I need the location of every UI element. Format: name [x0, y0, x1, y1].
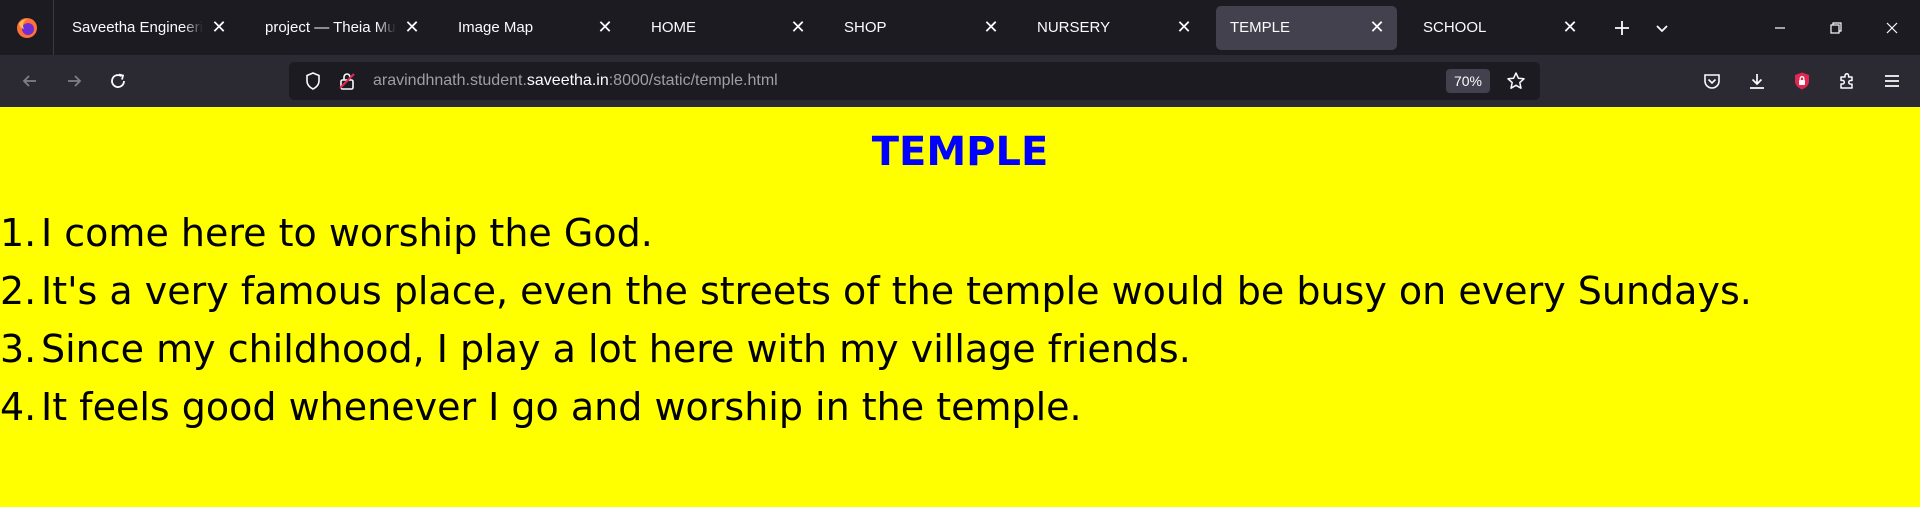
- url-host: saveetha.in: [526, 72, 609, 89]
- tab-label: Saveetha Engineering: [72, 19, 203, 36]
- url-text[interactable]: aravindhnath.student.saveetha.in:8000/st…: [373, 72, 1446, 90]
- puzzle-piece-icon: [1839, 72, 1853, 89]
- chevron-down-icon: [1656, 24, 1668, 32]
- close-icon[interactable]: ✕: [981, 17, 1001, 38]
- firefox-menu-button[interactable]: [0, 0, 54, 55]
- tab-label: SCHOOL: [1423, 19, 1487, 36]
- tab-home[interactable]: HOME ✕: [637, 6, 818, 50]
- url-suffix: :8000/static/temple.html: [608, 72, 778, 89]
- download-icon: [1749, 74, 1764, 89]
- tracking-protection-shield-icon[interactable]: [299, 67, 327, 95]
- new-tab-button[interactable]: [1602, 8, 1642, 48]
- close-icon[interactable]: ✕: [1174, 17, 1194, 38]
- list-all-tabs-button[interactable]: [1642, 8, 1682, 48]
- list-item-text: It's a very famous place, even the stree…: [41, 269, 1752, 313]
- restore-button[interactable]: [1808, 0, 1864, 55]
- temple-list: 1. I come here to worship the God. 2. It…: [0, 204, 1752, 436]
- close-icon: [1886, 22, 1898, 33]
- tab-strip: Saveetha Engineering ✕ project — Theia M…: [54, 0, 1682, 55]
- tab-label: Image Map: [458, 19, 534, 36]
- list-item-number: 2.: [0, 269, 37, 313]
- list-item-text: Since my childhood, I play a lot here wi…: [41, 327, 1191, 371]
- list-item-number: 4.: [0, 385, 37, 429]
- tab-bar: Saveetha Engineering ✕ project — Theia M…: [0, 0, 1920, 55]
- list-item: 1. I come here to worship the God.: [0, 204, 1752, 262]
- app-menu-button[interactable]: [1869, 61, 1914, 101]
- page-title: TEMPLE: [871, 129, 1049, 175]
- reload-button[interactable]: [96, 61, 140, 101]
- list-item-number: 3.: [0, 327, 37, 371]
- tab-label: HOME: [651, 19, 696, 36]
- close-window-button[interactable]: [1864, 0, 1920, 55]
- tab-label: NURSERY: [1037, 19, 1111, 36]
- extension-button[interactable]: [1779, 61, 1824, 101]
- firefox-logo-icon: [16, 17, 37, 38]
- plus-icon: [1615, 20, 1629, 35]
- pocket-button[interactable]: [1689, 61, 1734, 101]
- pocket-icon: [1703, 74, 1720, 89]
- list-item: 2. It's a very famous place, even the st…: [0, 262, 1752, 320]
- arrow-left-icon: [22, 75, 36, 87]
- close-icon[interactable]: ✕: [1367, 17, 1387, 38]
- navigation-toolbar: aravindhnath.student.saveetha.in:8000/st…: [0, 55, 1920, 107]
- toolbar-right: [1689, 55, 1920, 107]
- tab-temple[interactable]: TEMPLE ✕: [1216, 5, 1397, 50]
- back-button[interactable]: [8, 61, 52, 101]
- address-bar[interactable]: aravindhnath.student.saveetha.in:8000/st…: [289, 62, 1540, 100]
- list-item: 4. It feels good whenever I go and worsh…: [0, 378, 1752, 436]
- page-content: TEMPLE 1. I come here to worship the God…: [0, 107, 1920, 507]
- close-icon[interactable]: ✕: [595, 17, 615, 38]
- close-icon[interactable]: ✕: [788, 17, 808, 38]
- tab-shop[interactable]: SHOP ✕: [830, 6, 1011, 50]
- reload-icon: [111, 73, 125, 88]
- restore-icon: [1830, 21, 1842, 34]
- tab-label: project — Theia Multi-: [265, 19, 396, 36]
- forward-button[interactable]: [52, 61, 96, 101]
- window-controls: [1752, 0, 1920, 55]
- arrow-right-icon: [68, 75, 82, 87]
- close-icon[interactable]: ✕: [209, 17, 229, 38]
- tab-nursery[interactable]: NURSERY ✕: [1023, 6, 1204, 50]
- privacy-extension-icon: [1794, 72, 1809, 90]
- tab-label: TEMPLE: [1230, 19, 1291, 36]
- list-item-text: I come here to worship the God.: [41, 211, 653, 255]
- list-item: 3. Since my childhood, I play a lot here…: [0, 320, 1752, 378]
- close-icon[interactable]: ✕: [1560, 17, 1580, 38]
- tab-school[interactable]: SCHOOL ✕: [1409, 6, 1590, 50]
- tab-theia-project[interactable]: project — Theia Multi- ✕: [251, 6, 432, 50]
- minimize-button[interactable]: [1752, 0, 1808, 55]
- tab-label: SHOP: [844, 19, 887, 36]
- minimize-icon: [1775, 26, 1785, 29]
- tab-saveetha-engineering[interactable]: Saveetha Engineering ✕: [58, 6, 239, 50]
- insecure-lock-icon[interactable]: [333, 67, 361, 95]
- bookmark-star-icon[interactable]: [1502, 67, 1530, 95]
- extensions-button[interactable]: [1824, 61, 1869, 101]
- zoom-level-button[interactable]: 70%: [1445, 69, 1490, 93]
- list-item-text: It feels good whenever I go and worship …: [41, 385, 1082, 429]
- downloads-button[interactable]: [1734, 61, 1779, 101]
- tab-image-map[interactable]: Image Map ✕: [444, 6, 625, 50]
- hamburger-menu-icon: [1884, 75, 1899, 87]
- list-item-number: 1.: [0, 211, 37, 255]
- close-icon[interactable]: ✕: [402, 17, 422, 38]
- url-prefix: aravindhnath.student.: [373, 72, 527, 89]
